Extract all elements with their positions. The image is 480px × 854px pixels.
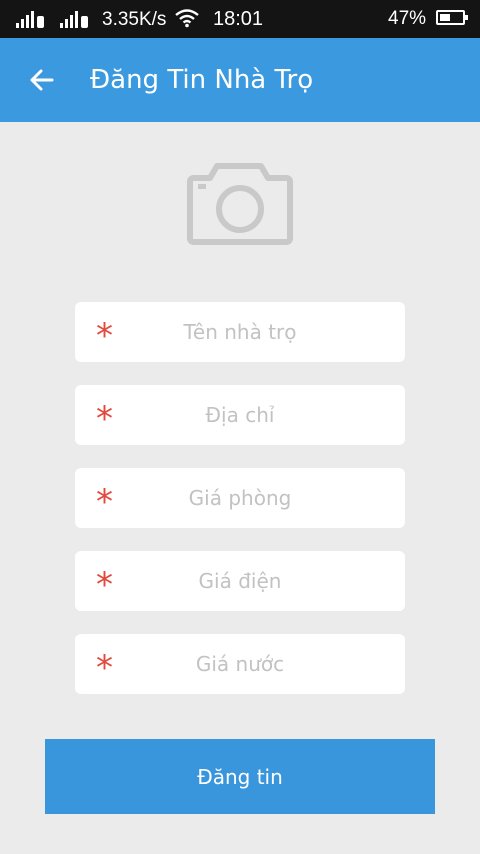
water-price-input[interactable] xyxy=(115,634,365,694)
sim-indicator: 1 xyxy=(37,16,45,28)
wifi-icon xyxy=(175,9,199,28)
status-bar: 1 2 3.35K/s 18:01 47% xyxy=(0,0,480,38)
signal-icon: 2 xyxy=(60,8,90,28)
address-input[interactable] xyxy=(115,385,365,445)
required-mark: * xyxy=(96,565,113,605)
name-input[interactable] xyxy=(115,302,365,362)
camera-icon[interactable] xyxy=(186,160,294,246)
required-mark: * xyxy=(96,316,113,356)
required-mark: * xyxy=(96,482,113,522)
battery-percent: 47% xyxy=(388,8,427,29)
sim-indicator: 2 xyxy=(81,16,89,28)
app-bar: Đăng Tin Nhà Trọ xyxy=(0,38,480,122)
address-field[interactable]: * xyxy=(75,385,405,445)
required-mark: * xyxy=(96,648,113,688)
network-speed: 3.35K/s xyxy=(102,9,167,30)
required-mark: * xyxy=(96,399,113,439)
water-price-field[interactable]: * xyxy=(75,634,405,694)
submit-button[interactable]: Đăng tin xyxy=(45,739,435,814)
name-field[interactable]: * xyxy=(75,302,405,362)
room-price-field[interactable]: * xyxy=(75,468,405,528)
signal-icon: 1 xyxy=(16,8,46,28)
electricity-price-field[interactable]: * xyxy=(75,551,405,611)
arrow-left-icon[interactable] xyxy=(24,62,60,98)
battery-icon xyxy=(436,10,468,25)
room-price-input[interactable] xyxy=(115,468,365,528)
electricity-price-input[interactable] xyxy=(115,551,365,611)
page-title: Đăng Tin Nhà Trọ xyxy=(90,65,314,95)
clock: 18:01 xyxy=(213,8,264,30)
